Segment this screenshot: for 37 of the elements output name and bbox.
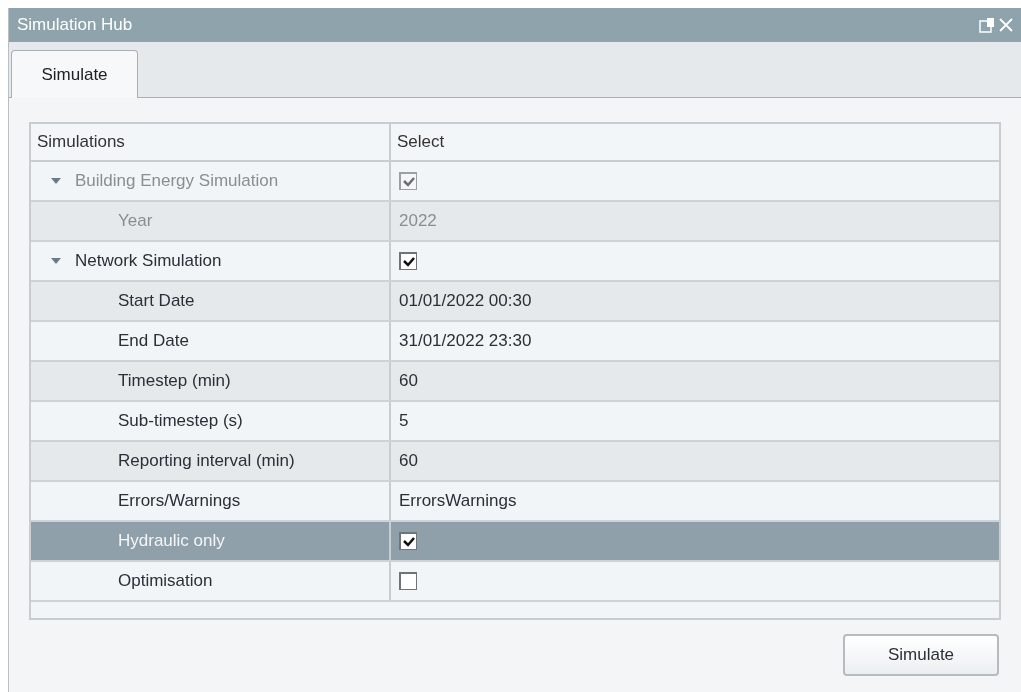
column-header[interactable]: Simulations [31,124,391,160]
row-label: Start Date [118,290,195,313]
row-label: Building Energy Simulation [75,170,279,193]
checkbox[interactable] [399,572,417,590]
table-row[interactable]: Optimisation [31,562,999,602]
table-row[interactable]: End Date 31/01/2022 23:30 [31,322,999,362]
row-value: ErrorsWarnings [399,490,517,513]
row-value: 5 [399,410,409,433]
row-label: Timestep (min) [118,370,231,393]
table-row[interactable]: Network Simulation [31,242,999,282]
table-row[interactable]: Sub-timestep (s) 5 [31,402,999,442]
simulate-button[interactable]: Simulate [843,634,999,676]
checkbox[interactable] [399,532,417,550]
row-value: 2022 [399,210,437,233]
row-label: Optimisation [118,570,213,593]
row-label: Hydraulic only [118,530,225,553]
row-value: 31/01/2022 23:30 [399,330,532,353]
table-row[interactable]: Errors/Warnings ErrorsWarnings [31,482,999,522]
checkbox[interactable] [399,252,417,270]
table-row[interactable]: Start Date 01/01/2022 00:30 [31,282,999,322]
row-label: Errors/Warnings [118,490,241,513]
row-label: Network Simulation [75,250,222,273]
tab[interactable]: Simulate [11,50,138,98]
row-label: Year [118,210,153,233]
row-label: End Date [118,330,189,353]
table-row[interactable]: Timestep (min) 60 [31,362,999,402]
column-header[interactable]: Select [391,124,999,160]
row-value: 01/01/2022 00:30 [399,290,532,313]
row-value: 60 [399,450,418,473]
row-value: 60 [399,370,418,393]
close-icon[interactable] [999,18,1013,32]
restore-icon[interactable] [979,17,995,33]
row-label: Reporting interval (min) [118,450,295,473]
row-label: Sub-timestep (s) [118,410,243,433]
window-title: Simulation Hub [17,14,133,37]
table-row[interactable]: Reporting interval (min) 60 [31,442,999,482]
expand-triangle-icon[interactable] [51,257,61,265]
